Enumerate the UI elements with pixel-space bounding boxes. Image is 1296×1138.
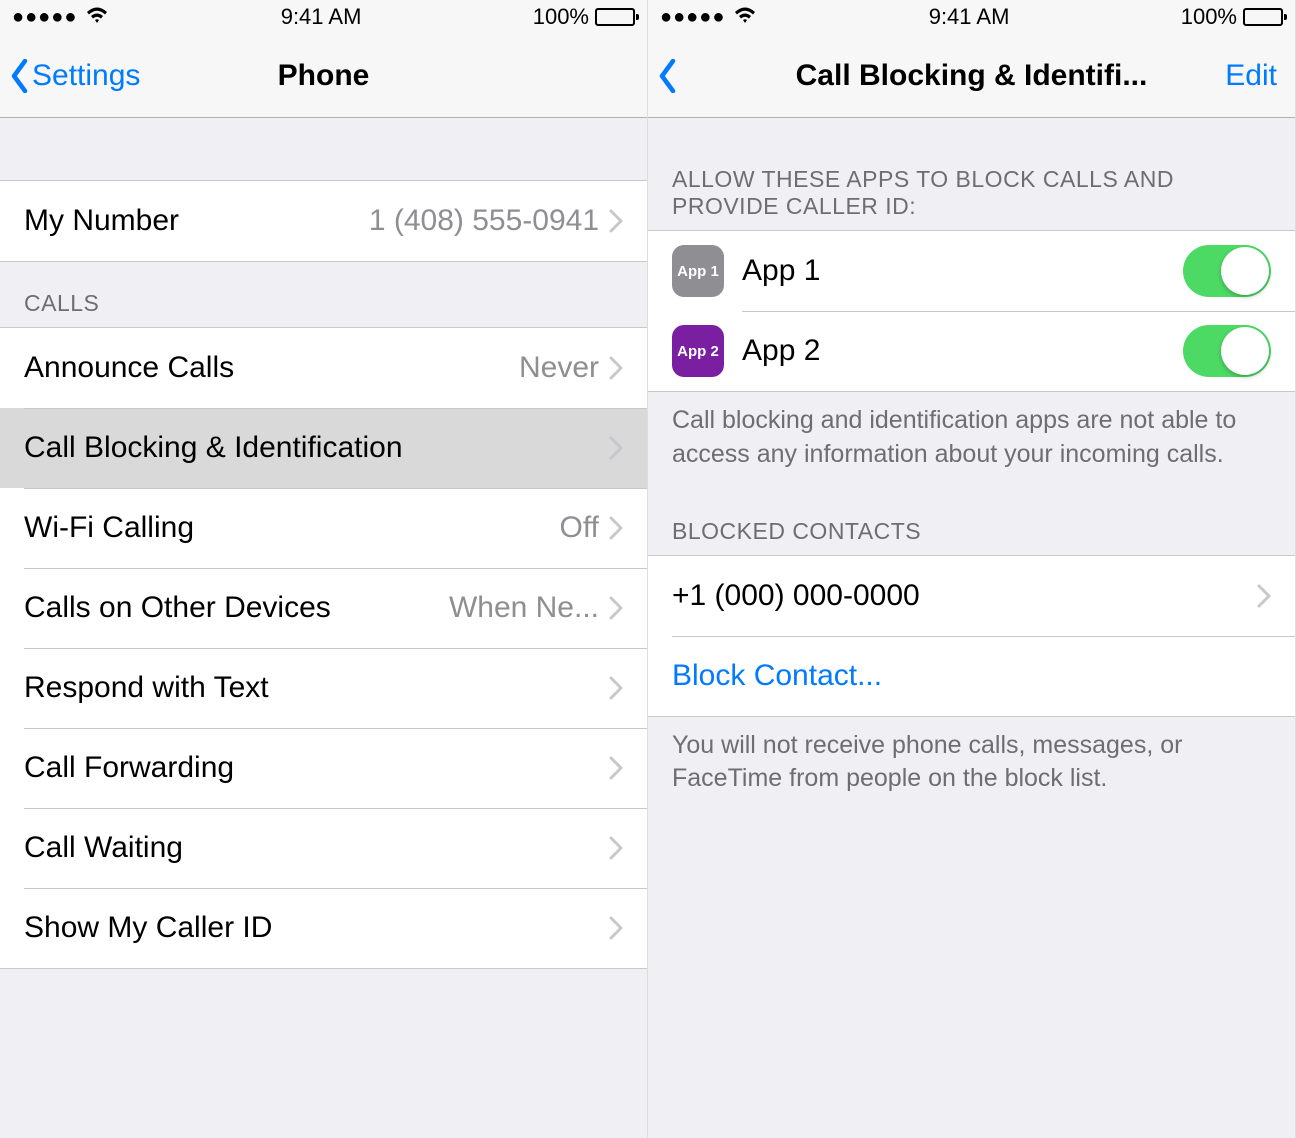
screen-call-blocking: ●●●●● 9:41 AM 100% Call Blocking & Ident… <box>648 0 1296 1138</box>
toggle-app-1[interactable] <box>1183 245 1271 297</box>
row-value: Off <box>560 511 599 545</box>
status-bar: ●●●●● 9:41 AM 100% <box>0 0 647 34</box>
row-label: Call Waiting <box>24 831 609 865</box>
back-button[interactable]: Settings <box>10 59 140 93</box>
row-blocked-number[interactable]: +1 (000) 000-0000 <box>648 556 1295 636</box>
chevron-right-icon <box>609 209 623 233</box>
toggle-app-2[interactable] <box>1183 325 1271 377</box>
app-icon: App 2 <box>672 325 724 377</box>
battery-percent: 100% <box>1181 4 1237 30</box>
chevron-left-icon <box>10 59 30 93</box>
chevron-right-icon <box>609 356 623 380</box>
row-label: Call Forwarding <box>24 751 609 785</box>
section-header-allow: Allow these apps to block calls and prov… <box>648 118 1295 230</box>
row-label: Call Blocking & Identification <box>24 431 609 465</box>
block-contact-label: Block Contact... <box>672 659 1271 693</box>
back-label: Settings <box>32 59 140 93</box>
row-value: When Ne... <box>449 591 599 625</box>
signal-dots-icon: ●●●●● <box>12 6 77 29</box>
section-footer-blocked: You will not receive phone calls, messag… <box>648 717 1295 815</box>
status-time: 9:41 AM <box>929 4 1010 30</box>
row-value: Never <box>519 351 599 385</box>
chevron-right-icon <box>609 516 623 540</box>
row-respond-with-text[interactable]: Respond with Text <box>0 648 647 728</box>
row-label: Show My Caller ID <box>24 911 609 945</box>
chevron-right-icon <box>609 436 623 460</box>
row-announce-calls[interactable]: Announce Calls Never <box>0 328 647 408</box>
screen-phone-settings: ●●●●● 9:41 AM 100% Settings Phone My Num… <box>0 0 648 1138</box>
chevron-right-icon <box>1257 584 1271 608</box>
nav-bar: Settings Phone <box>0 34 647 118</box>
row-value: 1 (408) 555-0941 <box>369 204 599 238</box>
row-label: Wi-Fi Calling <box>24 511 560 545</box>
battery-icon <box>1243 8 1283 26</box>
chevron-left-icon <box>658 59 678 93</box>
wifi-icon <box>733 4 757 30</box>
chevron-right-icon <box>609 756 623 780</box>
row-calls-other-devices[interactable]: Calls on Other Devices When Ne... <box>0 568 647 648</box>
nav-bar: Call Blocking & Identifi... Edit <box>648 34 1295 118</box>
back-button[interactable] <box>658 59 678 93</box>
chevron-right-icon <box>609 916 623 940</box>
row-block-contact[interactable]: Block Contact... <box>648 636 1295 716</box>
chevron-right-icon <box>609 596 623 620</box>
app-name: App 2 <box>742 334 1183 368</box>
signal-dots-icon: ●●●●● <box>660 6 725 29</box>
status-bar: ●●●●● 9:41 AM 100% <box>648 0 1295 34</box>
status-time: 9:41 AM <box>281 4 362 30</box>
row-call-blocking[interactable]: Call Blocking & Identification <box>0 408 647 488</box>
section-header-calls: Calls <box>0 262 647 327</box>
row-show-caller-id[interactable]: Show My Caller ID <box>0 888 647 968</box>
wifi-icon <box>85 4 109 30</box>
row-app-1: App 1 App 1 <box>648 231 1295 311</box>
row-label: My Number <box>24 204 369 238</box>
row-call-forwarding[interactable]: Call Forwarding <box>0 728 647 808</box>
edit-button[interactable]: Edit <box>1225 59 1277 93</box>
battery-icon <box>595 8 635 26</box>
section-footer-apps: Call blocking and identification apps ar… <box>648 392 1295 490</box>
row-label: Respond with Text <box>24 671 609 705</box>
row-app-2: App 2 App 2 <box>648 311 1295 391</box>
row-label: Announce Calls <box>24 351 519 385</box>
blocked-number: +1 (000) 000-0000 <box>672 579 1257 613</box>
page-title: Call Blocking & Identifi... <box>648 59 1295 93</box>
row-wifi-calling[interactable]: Wi-Fi Calling Off <box>0 488 647 568</box>
chevron-right-icon <box>609 676 623 700</box>
row-call-waiting[interactable]: Call Waiting <box>0 808 647 888</box>
row-my-number[interactable]: My Number 1 (408) 555-0941 <box>0 181 647 261</box>
app-name: App 1 <box>742 254 1183 288</box>
chevron-right-icon <box>609 836 623 860</box>
section-header-blocked: Blocked Contacts <box>648 490 1295 555</box>
battery-percent: 100% <box>533 4 589 30</box>
row-label: Calls on Other Devices <box>24 591 449 625</box>
app-icon: App 1 <box>672 245 724 297</box>
